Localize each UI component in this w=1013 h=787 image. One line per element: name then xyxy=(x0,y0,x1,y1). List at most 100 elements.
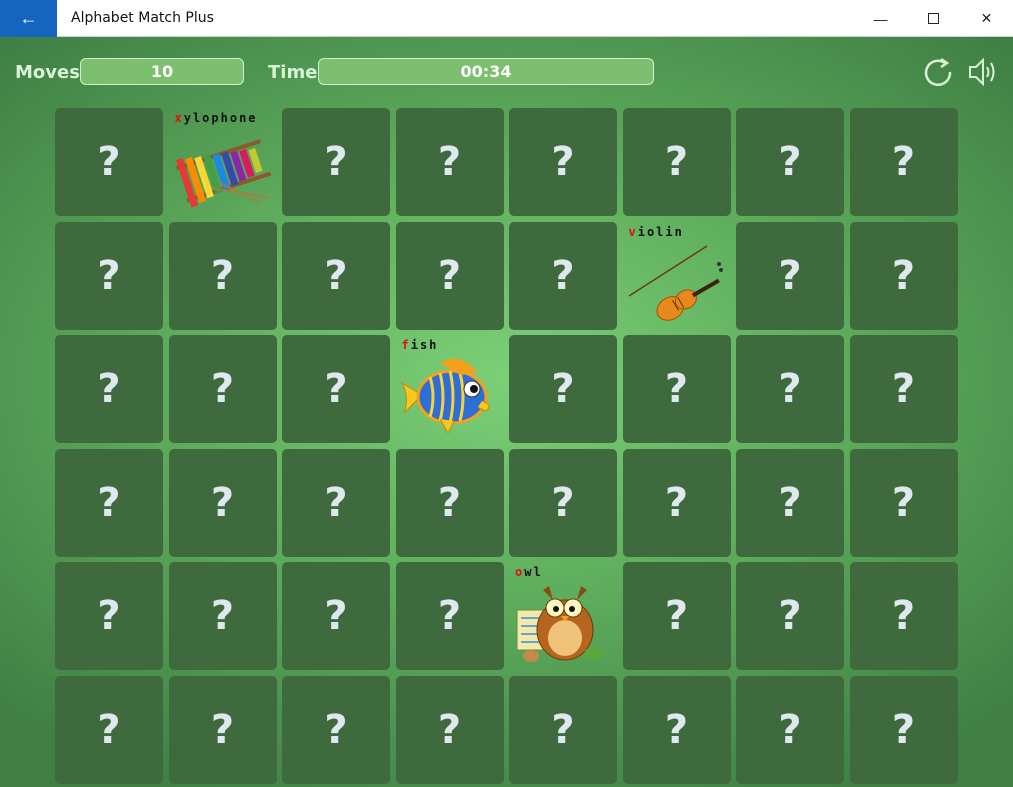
question-mark: ? xyxy=(664,139,689,185)
card-hidden[interactable]: ? xyxy=(395,562,504,670)
card-hidden[interactable]: ? xyxy=(509,221,617,330)
card-hidden[interactable]: ? xyxy=(55,448,163,557)
question-mark: ? xyxy=(551,366,575,412)
owl-picture xyxy=(516,586,605,662)
card-hidden[interactable]: ? xyxy=(282,335,390,443)
card-word-rest: ylophone xyxy=(183,111,258,125)
card-hidden[interactable]: ? xyxy=(168,562,277,670)
card-hidden[interactable]: ? xyxy=(622,335,731,443)
question-mark: ? xyxy=(97,252,121,299)
card-revealed-owl[interactable]: owl xyxy=(509,562,617,670)
question-mark: ? xyxy=(324,706,348,753)
card-word-rest: wl xyxy=(524,565,543,579)
card-hidden[interactable]: ? xyxy=(622,108,731,216)
question-mark: ? xyxy=(210,366,235,412)
question-mark: ? xyxy=(210,252,235,299)
card-hidden[interactable]: ? xyxy=(849,675,958,784)
question-mark: ? xyxy=(551,139,575,185)
card-hidden[interactable]: ? xyxy=(55,221,163,330)
card-hidden[interactable]: ? xyxy=(849,221,958,330)
card-hidden[interactable]: ? xyxy=(55,562,163,670)
card-hidden[interactable]: ? xyxy=(736,335,844,443)
card-hidden[interactable]: ? xyxy=(622,562,731,670)
fish-picture xyxy=(400,358,490,435)
question-mark: ? xyxy=(551,479,575,526)
question-mark: ? xyxy=(778,252,802,299)
card-hidden[interactable]: ? xyxy=(168,221,277,330)
maximize-button[interactable] xyxy=(907,0,960,37)
minimize-icon: — xyxy=(873,10,888,27)
card-hidden[interactable]: ? xyxy=(395,221,504,330)
question-mark: ? xyxy=(551,252,575,299)
card-hidden[interactable]: ? xyxy=(282,108,390,216)
app-title: Alphabet Match Plus xyxy=(71,10,214,26)
card-hidden[interactable]: ? xyxy=(168,675,277,784)
restart-icon[interactable] xyxy=(921,55,955,89)
card-hidden[interactable]: ? xyxy=(168,335,277,443)
card-hidden[interactable]: ? xyxy=(736,221,844,330)
card-hidden[interactable]: ? xyxy=(736,108,844,216)
card-word: violin xyxy=(629,225,684,239)
card-hidden[interactable]: ? xyxy=(395,448,504,557)
card-hidden[interactable]: ? xyxy=(282,675,390,784)
card-hidden[interactable]: ? xyxy=(55,335,163,443)
back-arrow-icon: ← xyxy=(19,7,38,28)
question-mark: ? xyxy=(437,706,462,753)
card-hidden[interactable]: ? xyxy=(736,448,844,557)
card-revealed-violin[interactable]: violin xyxy=(623,222,731,330)
card-hidden[interactable]: ? xyxy=(509,335,617,443)
card-hidden[interactable]: ? xyxy=(282,221,390,330)
minimize-button[interactable]: — xyxy=(854,0,907,37)
back-button[interactable]: ← xyxy=(0,0,57,37)
question-mark: ? xyxy=(778,479,802,526)
card-hidden[interactable]: ? xyxy=(736,562,844,670)
card-hidden[interactable]: ? xyxy=(509,108,617,216)
question-mark: ? xyxy=(210,479,235,526)
question-mark: ? xyxy=(210,593,235,639)
card-hidden[interactable]: ? xyxy=(509,675,617,784)
question-mark: ? xyxy=(551,706,575,753)
card-hidden[interactable]: ? xyxy=(168,448,277,557)
question-mark: ? xyxy=(664,366,689,412)
question-mark: ? xyxy=(97,366,121,412)
card-word-first-letter: f xyxy=(401,338,411,352)
card-hidden[interactable]: ? xyxy=(55,108,163,216)
question-mark: ? xyxy=(437,479,462,526)
card-hidden[interactable]: ? xyxy=(509,448,617,557)
card-hidden[interactable]: ? xyxy=(849,108,958,216)
window-controls: — ✕ xyxy=(854,0,1013,37)
card-hidden[interactable]: ? xyxy=(849,335,958,443)
question-mark: ? xyxy=(97,706,121,753)
card-revealed-fish[interactable]: fish xyxy=(396,335,504,443)
card-word-rest: iolin xyxy=(637,224,684,239)
title-bar: ← Alphabet Match Plus — ✕ xyxy=(0,0,1013,37)
moves-label: Moves xyxy=(15,62,80,83)
question-mark: ? xyxy=(97,593,121,639)
xylophone-picture xyxy=(175,139,271,208)
card-hidden[interactable]: ? xyxy=(282,448,390,557)
moves-counter: 10 xyxy=(80,58,244,85)
card-hidden[interactable]: ? xyxy=(395,108,504,216)
card-word-first-letter: o xyxy=(515,565,525,579)
question-mark: ? xyxy=(97,479,121,526)
time-label: Time xyxy=(268,62,318,83)
question-mark: ? xyxy=(664,706,689,753)
card-hidden[interactable]: ? xyxy=(622,448,731,557)
speaker-icon[interactable] xyxy=(966,55,1000,89)
card-hidden[interactable]: ? xyxy=(55,675,163,784)
question-mark: ? xyxy=(891,366,916,412)
card-hidden[interactable]: ? xyxy=(395,675,504,784)
question-mark: ? xyxy=(97,139,121,185)
card-hidden[interactable]: ? xyxy=(849,562,958,670)
card-word-first-letter: x xyxy=(174,111,184,125)
game-board: ? xylophone ??????????? violin ????? fish xyxy=(55,108,958,784)
card-hidden[interactable]: ? xyxy=(736,675,844,784)
card-word: fish xyxy=(402,338,439,352)
card-hidden[interactable]: ? xyxy=(849,448,958,557)
close-button[interactable]: ✕ xyxy=(960,0,1013,37)
card-hidden[interactable]: ? xyxy=(622,675,731,784)
card-hidden[interactable]: ? xyxy=(282,562,390,670)
card-revealed-xylophone[interactable]: xylophone xyxy=(169,108,277,216)
question-mark: ? xyxy=(324,366,348,412)
violin-picture xyxy=(628,244,723,321)
